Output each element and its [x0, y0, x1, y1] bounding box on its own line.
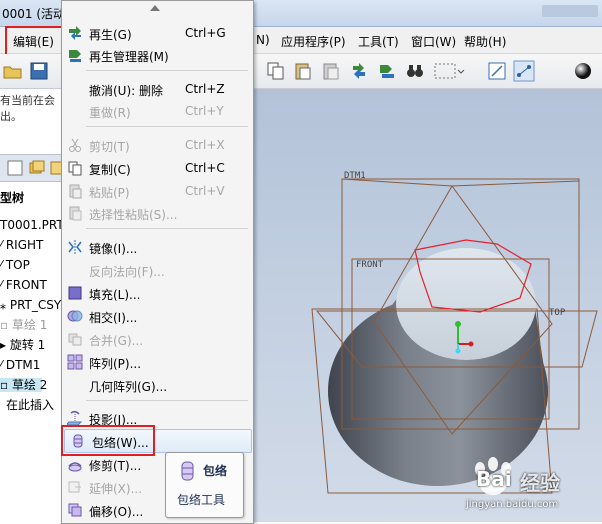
trim-icon: [68, 462, 82, 472]
datum-display-icon[interactable]: [513, 60, 535, 82]
pattern-icon: [67, 354, 83, 370]
regenerate-toolbar-icon[interactable]: [348, 60, 370, 82]
menu-separator: [86, 228, 248, 229]
menu-applications[interactable]: 应用程序(P): [281, 33, 346, 50]
menu-item-geometry-pattern[interactable]: 几何阵列(G)...: [62, 374, 253, 396]
regenerate-icon: [69, 26, 81, 40]
scroll-up-arrow-icon[interactable]: [150, 5, 160, 11]
menu-help[interactable]: 帮助(H): [464, 33, 506, 50]
paste-special-toolbar-icon[interactable]: [320, 60, 342, 82]
cut-icon: [69, 138, 81, 152]
model-tree-tab-icon[interactable]: [6, 159, 24, 177]
tree-item-dtm1[interactable]: ⁄ DTM1: [0, 358, 40, 372]
menu-item-pattern[interactable]: 阵列(P)...: [62, 351, 253, 373]
tree-item-csys[interactable]: ⁎ PRT_CSYS: [0, 298, 69, 312]
tree-item-top[interactable]: ⁄ TOP: [0, 258, 30, 272]
menu-item-mirror[interactable]: 镜像(I)...: [62, 236, 253, 258]
sketch-icon: ▫: [0, 318, 12, 332]
mirror-icon: [68, 240, 82, 254]
menu-partial[interactable]: N): [256, 33, 270, 47]
menu-item-merge[interactable]: 合并(G)...: [62, 328, 253, 350]
watermark-brand: Bai: [476, 467, 512, 491]
menu-item-fill[interactable]: 填充(L)...: [62, 282, 253, 304]
wrap-tool-tooltip: 包络 包络工具: [165, 452, 244, 518]
menu-item-flip-normal[interactable]: 反向法向(F)...: [62, 259, 253, 281]
merge-icon: [68, 333, 82, 346]
tooltip-description: 包络工具: [177, 493, 226, 507]
navigator-tabs: [0, 154, 62, 182]
menu-separator: [86, 126, 248, 127]
extend-icon: [68, 481, 81, 493]
tree-item-revolve-1[interactable]: ▸ 旋转 1: [0, 338, 45, 352]
folder-browser-tab-icon[interactable]: [28, 159, 46, 177]
left-panel: 有当前在会 出。 型树 T0001.PRT ⁄ RIGHT ⁄ TOP ⁄ FR…: [0, 89, 69, 522]
sketch-icon: ▫: [0, 378, 12, 392]
menu-item-paste-special[interactable]: 选择性粘贴(S)...: [62, 202, 253, 224]
tree-item-part[interactable]: T0001.PRT: [0, 218, 64, 232]
datum-label-top: TOP: [549, 308, 566, 318]
tree-item-right[interactable]: ⁄ RIGHT: [0, 238, 43, 252]
spin-center-icon[interactable]: [486, 60, 508, 82]
datum-label-front: FRONT: [356, 260, 384, 270]
menu-separator: [86, 400, 248, 401]
regen-manager-icon: [69, 50, 81, 62]
find-binoculars-icon[interactable]: [404, 60, 426, 82]
message-line-2: 出。: [0, 110, 22, 123]
intersect-icon: [67, 310, 83, 322]
menu-item-redo[interactable]: 重做(R) Ctrl+Y: [62, 100, 253, 122]
menu-window[interactable]: 窗口(W): [411, 33, 456, 50]
tree-item-sketch-1[interactable]: ▫ 草绘 1: [0, 318, 47, 332]
menu-separator: [86, 70, 248, 71]
tree-item-insert-here[interactable]: 在此插入: [6, 398, 54, 412]
fill-icon: [68, 286, 82, 300]
shading-sphere-icon[interactable]: [572, 60, 594, 82]
edit-menu-highlight: [5, 26, 63, 57]
window-title: 0001 (活动: [2, 7, 66, 21]
message-area: 有当前在会 出。: [0, 93, 62, 125]
tooltip-title: 包络: [203, 464, 228, 478]
revolve-icon: ▸: [0, 338, 10, 352]
paste-special-icon: [69, 206, 82, 221]
menu-item-copy[interactable]: 复制(C) Ctrl+C: [62, 157, 253, 179]
menu-item-undo[interactable]: 撤消(U): 删除 Ctrl+Z: [62, 78, 253, 100]
selection-box-icon[interactable]: [432, 60, 466, 82]
tree-item-sketch-2[interactable]: ▫ 草绘 2: [0, 378, 47, 392]
menu-item-regenerate[interactable]: 再生(G) Ctrl+G: [62, 22, 253, 44]
open-folder-icon[interactable]: [2, 60, 24, 82]
paste-icon: [69, 184, 82, 199]
datum-label-dtm1: DTM1: [344, 171, 366, 181]
project-icon: [67, 410, 83, 426]
menu-item-cut[interactable]: 剪切(T) Ctrl+X: [62, 134, 253, 156]
paste-toolbar-icon[interactable]: [292, 60, 314, 82]
tree-item-front[interactable]: ⁄ FRONT: [0, 278, 47, 292]
window-controls[interactable]: [542, 5, 598, 17]
save-icon[interactable]: [28, 60, 50, 82]
message-line-1: 有当前在会: [0, 94, 55, 107]
regen-manager-toolbar-icon[interactable]: [376, 60, 398, 82]
wrap-tool-icon: [181, 461, 194, 481]
wrap-item-highlight: [61, 425, 155, 456]
csys-icon: ⁎: [0, 298, 10, 312]
menu-tools[interactable]: 工具(T): [358, 33, 399, 50]
offset-icon: [68, 503, 82, 517]
copy-toolbar-icon[interactable]: [265, 60, 287, 82]
menu-item-regen-manager[interactable]: 再生管理器(M): [62, 44, 253, 66]
model-tree-title: 型树: [0, 191, 25, 205]
watermark-suffix: 经验: [520, 471, 560, 495]
watermark-url: jingyan.baidu.com: [466, 499, 559, 510]
menu-item-paste[interactable]: 粘贴(P) Ctrl+V: [62, 180, 253, 202]
menu-item-intersect[interactable]: 相交(I)...: [62, 305, 253, 327]
baidu-watermark: Bai 经验 jingyan.baidu.com: [460, 455, 602, 521]
copy-icon: [68, 161, 82, 176]
